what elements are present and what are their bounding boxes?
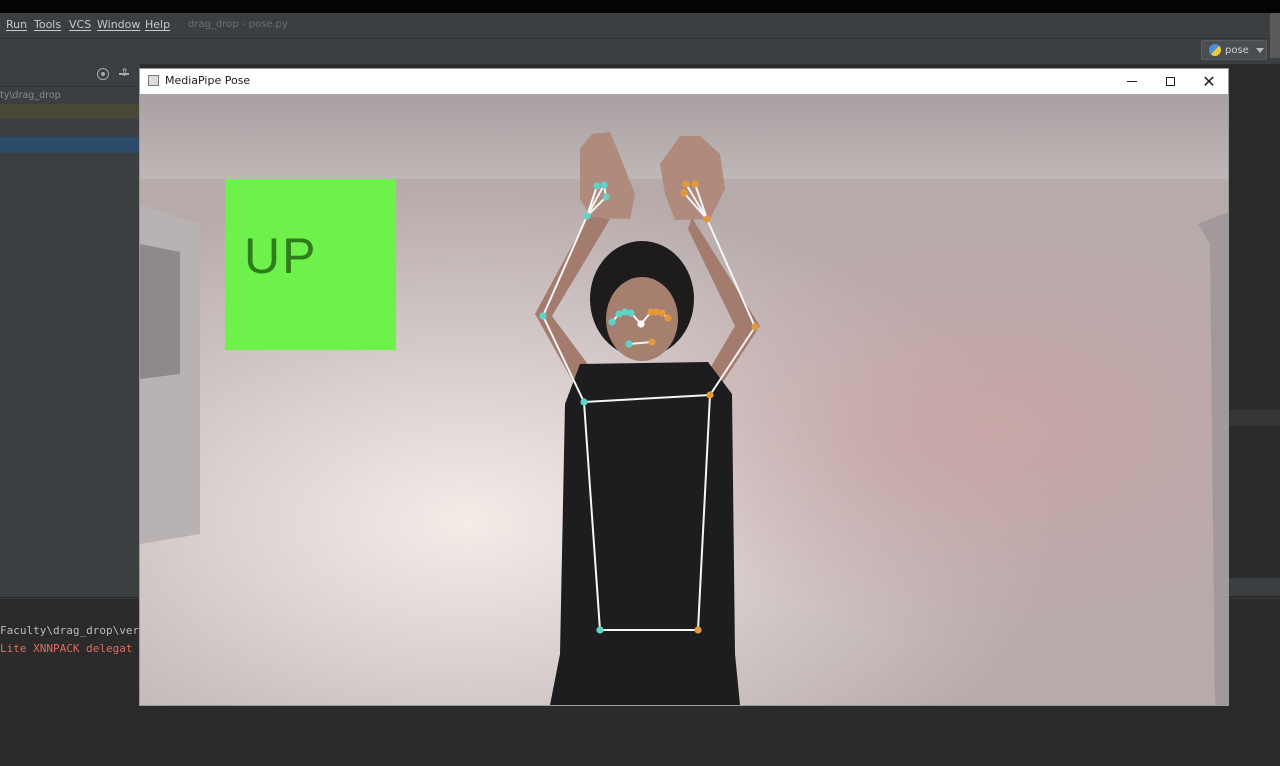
console-line-warning: Lite XNNPACK delegat bbox=[0, 642, 133, 655]
ide-toolbar: pose bbox=[0, 39, 1280, 65]
run-config-dropdown[interactable]: pose bbox=[1201, 40, 1267, 60]
pose-landmark bbox=[625, 340, 633, 348]
pose-landmark bbox=[539, 312, 547, 320]
project-panel-header bbox=[0, 64, 140, 87]
pose-landmark bbox=[658, 309, 666, 317]
maximize-button[interactable] bbox=[1151, 69, 1189, 94]
camera-feed: UP bbox=[140, 94, 1228, 705]
collapse-all-icon[interactable] bbox=[119, 66, 129, 80]
pose-landmark-nose bbox=[637, 320, 645, 328]
locate-icon[interactable] bbox=[97, 68, 109, 80]
pose-landmark bbox=[627, 309, 635, 317]
gesture-indicator-box: UP bbox=[225, 179, 396, 350]
pose-landmark bbox=[703, 215, 711, 223]
pose-landmark bbox=[648, 338, 656, 346]
pose-landmark bbox=[621, 308, 629, 316]
pose-landmark bbox=[596, 626, 604, 634]
menu-window[interactable]: Window bbox=[97, 18, 140, 31]
editor-strip bbox=[1228, 410, 1280, 426]
chevron-down-icon bbox=[1255, 47, 1264, 53]
pose-landmark bbox=[583, 212, 591, 220]
editor-area bbox=[1228, 64, 1280, 597]
pose-landmark bbox=[682, 180, 690, 188]
project-path-label: ty\drag_drop bbox=[0, 90, 61, 101]
python-icon bbox=[1209, 44, 1221, 56]
window-titlebar[interactable]: MediaPipe Pose ✕ bbox=[140, 69, 1228, 94]
pose-landmark bbox=[706, 391, 714, 399]
pose-landmark bbox=[680, 189, 688, 197]
app-icon bbox=[148, 75, 159, 86]
minimize-button[interactable] bbox=[1113, 69, 1151, 94]
pose-landmark bbox=[593, 182, 601, 190]
tree-row-highlighted[interactable] bbox=[0, 104, 140, 119]
menu-tools[interactable]: Tools bbox=[34, 18, 61, 31]
console-line-path: Faculty\drag_drop\ver bbox=[0, 624, 140, 637]
pose-landmark bbox=[664, 314, 672, 322]
tool-window-header bbox=[1228, 578, 1280, 596]
left-window-frame bbox=[140, 244, 180, 379]
run-config-label: pose bbox=[1225, 44, 1249, 56]
menu-help[interactable]: Help bbox=[145, 18, 170, 31]
pose-landmark bbox=[694, 626, 702, 634]
pose-landmark bbox=[602, 193, 610, 201]
pose-landmark bbox=[608, 318, 616, 326]
pose-landmark bbox=[652, 308, 660, 316]
tree-row-selected[interactable] bbox=[0, 137, 140, 153]
window-scrollbar[interactable] bbox=[1270, 13, 1280, 58]
screen-top-bar bbox=[0, 0, 1280, 13]
close-button[interactable]: ✕ bbox=[1190, 69, 1228, 94]
project-panel: ty\drag_drop bbox=[0, 64, 140, 597]
pose-landmark bbox=[751, 323, 759, 331]
pose-landmark bbox=[580, 398, 588, 406]
pose-landmark bbox=[600, 181, 608, 189]
mediapipe-window: MediaPipe Pose ✕ UP bbox=[139, 68, 1229, 706]
menu-vcs[interactable]: VCS bbox=[69, 18, 91, 31]
gesture-label: UP bbox=[244, 228, 318, 284]
project-title: drag_drop - pose.py bbox=[188, 19, 288, 30]
window-title: MediaPipe Pose bbox=[165, 74, 251, 87]
pose-landmark bbox=[691, 180, 699, 188]
close-icon: ✕ bbox=[1202, 71, 1216, 91]
menu-run[interactable]: Run bbox=[6, 18, 27, 31]
ide-menubar: Run Tools VCS Window Help drag_drop - po… bbox=[0, 13, 1280, 39]
